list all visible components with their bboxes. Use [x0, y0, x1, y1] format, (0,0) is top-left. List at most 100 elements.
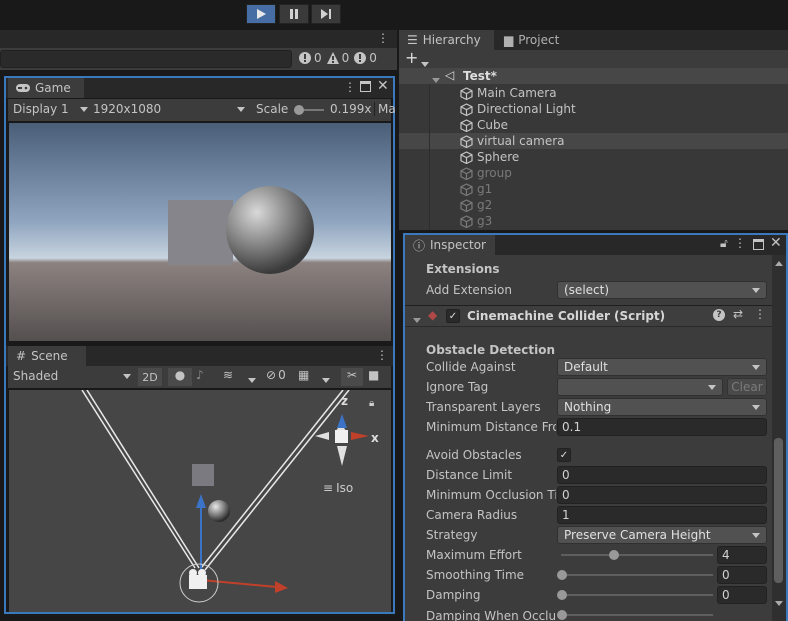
transparent-layers-label: Transparent Layers: [426, 400, 541, 414]
2d-toggle[interactable]: 2D: [138, 368, 162, 386]
scene-row[interactable]: [399, 68, 788, 84]
hierarchy-item-label: group: [477, 166, 512, 180]
hierarchy-item[interactable]: Directional Light: [460, 101, 576, 117]
inspector-scrollbar[interactable]: [772, 255, 786, 621]
lighting-icon[interactable]: ●: [168, 368, 192, 386]
unity-scene-icon: ◁: [445, 68, 455, 82]
max-effort-slider[interactable]: [561, 554, 713, 556]
hidden-objects-toggle[interactable]: ⊘ 0: [266, 368, 286, 382]
console-tab-strip: ⋮: [0, 30, 397, 48]
min-occlusion-field[interactable]: 0: [557, 486, 767, 504]
inspector-menu-icon[interactable]: ⋮: [734, 236, 746, 250]
component-menu-icon[interactable]: ⋮: [754, 307, 766, 321]
hierarchy-item[interactable]: group: [460, 165, 512, 181]
game-menu-icon[interactable]: ⋮: [344, 80, 356, 94]
tab-inspector[interactable]: ⓘ Inspector: [405, 235, 495, 255]
ignore-tag-dropdown[interactable]: [557, 378, 723, 396]
game-viewport[interactable]: [9, 123, 391, 341]
info-icon: ⓘ: [413, 238, 426, 253]
projection-toggle[interactable]: ≡ Iso: [323, 481, 353, 495]
effects-icon[interactable]: ≋: [223, 368, 233, 382]
error-counter[interactable]: 0: [298, 51, 322, 65]
close-icon[interactable]: ✕: [377, 78, 389, 94]
component-enabled-checkbox[interactable]: ✓: [446, 309, 460, 323]
play-button[interactable]: [246, 4, 276, 24]
message-count: 0: [369, 51, 377, 65]
damping-occluded-slider-knob[interactable]: [557, 610, 567, 620]
scroll-down-icon[interactable]: [775, 601, 783, 606]
hierarchy-item[interactable]: g2: [460, 197, 492, 213]
scene-render: [81, 390, 369, 603]
smoothing-time-field[interactable]: 0: [717, 566, 767, 584]
error-icon: [299, 52, 311, 64]
virtual-camera-gizmo: [189, 575, 207, 589]
display-dropdown[interactable]: Display 1: [13, 102, 88, 116]
hierarchy-item[interactable]: virtual camera: [460, 133, 565, 149]
smoothing-time-slider-knob[interactable]: [557, 570, 567, 580]
lock-icon[interactable]: 🔓︎: [720, 236, 728, 251]
smoothing-time-slider[interactable]: [561, 574, 713, 576]
grid-dropdown[interactable]: [322, 372, 330, 386]
console-menu-icon[interactable]: ⋮: [377, 31, 389, 45]
tab-project[interactable]: ▆ Project: [496, 30, 576, 50]
hierarchy-item[interactable]: Main Camera: [460, 85, 557, 101]
transparent-layers-dropdown[interactable]: Nothing: [557, 398, 767, 416]
maximize-icon[interactable]: [753, 239, 764, 250]
hierarchy-item[interactable]: g1: [460, 181, 492, 197]
warning-counter[interactable]: 0: [326, 51, 349, 65]
close-icon[interactable]: ✕: [770, 235, 782, 251]
damping-field[interactable]: 0: [717, 586, 767, 604]
hierarchy-item[interactable]: Sphere: [460, 149, 519, 165]
lock-icon[interactable]: 🔒︎: [369, 398, 374, 409]
max-effort-field[interactable]: 4: [717, 546, 767, 564]
clear-button[interactable]: Clear: [727, 378, 767, 396]
avoid-obstacles-checkbox[interactable]: ✓: [557, 448, 571, 462]
smoothing-time-label: Smoothing Time: [426, 568, 525, 582]
hierarchy-item[interactable]: Cube: [460, 117, 508, 133]
help-icon[interactable]: ?: [713, 309, 725, 321]
grid-snap-icon[interactable]: ▦: [298, 368, 309, 382]
chevron-down-icon: [237, 106, 245, 112]
scroll-up-icon[interactable]: [775, 261, 783, 266]
foldout-arrow-icon[interactable]: [413, 312, 421, 326]
scale-label: Scale: [256, 102, 289, 116]
maximize-on-play-toggle[interactable]: Ma: [374, 102, 396, 116]
audio-icon[interactable]: ♪: [196, 368, 204, 382]
scene-menu-icon[interactable]: ⋮: [376, 348, 388, 362]
resolution-dropdown[interactable]: 1920x1080: [93, 102, 245, 116]
tab-hierarchy[interactable]: ☰ Hierarchy: [399, 30, 494, 50]
scale-slider-knob[interactable]: [294, 105, 304, 115]
damping-occluded-slider[interactable]: [561, 614, 713, 616]
hierarchy-item-label: Directional Light: [477, 102, 576, 116]
tab-scene[interactable]: # Scene: [8, 346, 86, 366]
hierarchy-item[interactable]: g3: [460, 213, 492, 229]
chevron-down-icon: [752, 404, 760, 410]
camera-radius-field[interactable]: 1: [557, 506, 767, 524]
message-counter[interactable]: 0: [353, 51, 377, 65]
play-icon: [257, 9, 266, 19]
pause-button[interactable]: [279, 4, 309, 24]
camera-icon[interactable]: ■: [368, 368, 379, 382]
console-search-input[interactable]: [0, 50, 292, 68]
scene-viewport[interactable]: z x 🔒︎ ≡ Iso: [9, 390, 391, 612]
expand-arrow-icon[interactable]: [432, 72, 440, 86]
maximize-icon[interactable]: [360, 81, 371, 92]
collide-against-dropdown[interactable]: Default: [557, 358, 767, 376]
effects-dropdown[interactable]: [248, 372, 256, 386]
tab-game[interactable]: Game: [8, 78, 84, 98]
tools-icon[interactable]: ✂: [341, 368, 363, 386]
scroll-thumb[interactable]: [774, 438, 783, 583]
damping-slider-knob[interactable]: [557, 590, 567, 600]
hierarchy-tree: ◁ Test*: [399, 68, 788, 230]
error-count: 0: [314, 51, 322, 65]
shading-dropdown[interactable]: Shaded: [13, 369, 131, 383]
strategy-dropdown[interactable]: Preserve Camera Height: [557, 526, 767, 544]
damping-slider[interactable]: [561, 594, 713, 596]
add-extension-dropdown[interactable]: (select): [557, 281, 767, 299]
step-button[interactable]: [311, 4, 341, 24]
add-icon[interactable]: +: [405, 48, 418, 67]
presets-icon[interactable]: ⇄: [733, 307, 743, 321]
distance-limit-field[interactable]: 0: [557, 466, 767, 484]
hierarchy-toolbar: +: [399, 48, 788, 68]
min-distance-field[interactable]: 0.1: [557, 418, 767, 436]
